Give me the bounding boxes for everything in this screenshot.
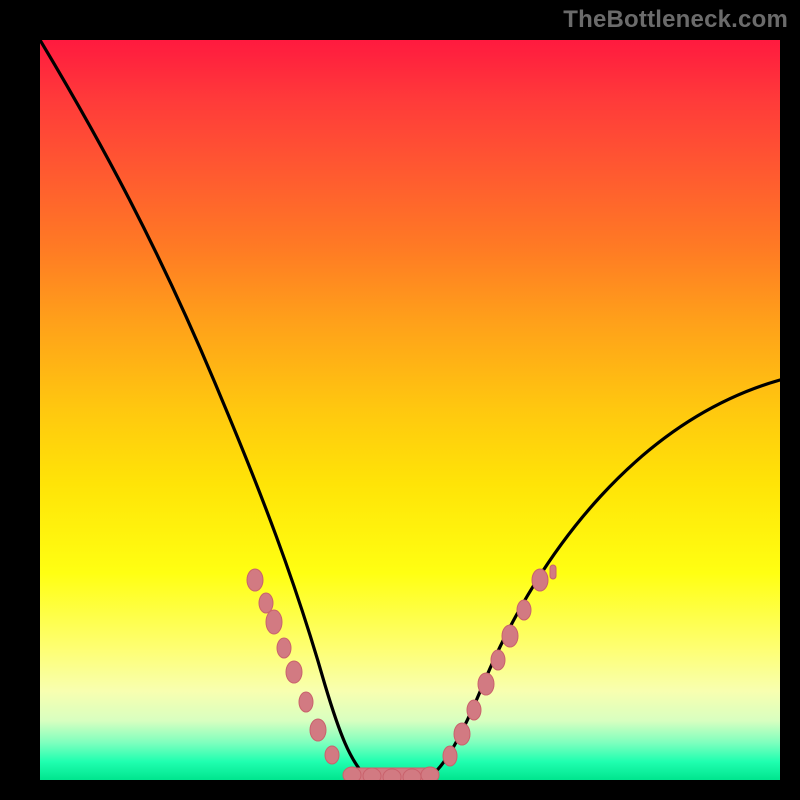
plot-area [40,40,780,780]
watermark-text: TheBottleneck.com [563,6,788,34]
curve-markers [247,565,556,780]
chart-svg [40,40,780,780]
bottleneck-curve [40,40,780,777]
chart-frame: TheBottleneck.com [0,0,800,800]
